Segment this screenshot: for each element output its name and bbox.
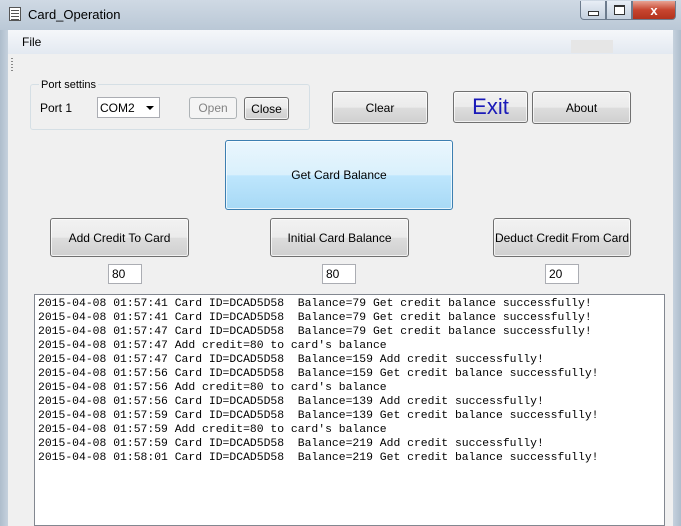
log-line: 2015-04-08 01:57:47 Card ID=DCAD5D58 Bal… <box>38 354 544 366</box>
about-button[interactable]: About <box>532 91 631 124</box>
close-window-button[interactable]: x <box>632 1 676 20</box>
initial-balance-button[interactable]: Initial Card Balance <box>270 218 409 257</box>
exit-button[interactable]: Exit <box>453 91 528 123</box>
log-line: 2015-04-08 01:57:47 Card ID=DCAD5D58 Bal… <box>38 326 592 338</box>
log-line: 2015-04-08 01:57:47 Add credit=80 to car… <box>38 340 387 352</box>
log-line: 2015-04-08 01:57:56 Add credit=80 to car… <box>38 382 387 394</box>
window-frame-left <box>0 30 8 526</box>
log-line: 2015-04-08 01:57:56 Card ID=DCAD5D58 Bal… <box>38 396 544 408</box>
log-line: 2015-04-08 01:57:59 Card ID=DCAD5D58 Bal… <box>38 410 599 422</box>
chevron-down-icon[interactable] <box>146 106 154 110</box>
menu-bar: File <box>8 30 673 54</box>
port-select[interactable]: COM2 <box>97 97 160 118</box>
port-select-value: COM2 <box>100 101 135 115</box>
app-icon <box>9 7 21 21</box>
initial-balance-input[interactable]: 80 <box>322 264 356 284</box>
minimize-icon <box>587 10 599 16</box>
maximize-icon <box>613 5 625 15</box>
app-window: Card_Operation x File Port settins Port … <box>0 0 681 526</box>
clear-button[interactable]: Clear <box>332 91 428 124</box>
get-card-balance-button[interactable]: Get Card Balance <box>225 140 453 210</box>
log-line: 2015-04-08 01:58:01 Card ID=DCAD5D58 Bal… <box>38 452 599 464</box>
deduct-credit-input[interactable]: 20 <box>545 264 579 284</box>
log-textarea[interactable]: 2015-04-08 01:57:41 Card ID=DCAD5D58 Bal… <box>34 294 665 526</box>
deduct-credit-button[interactable]: Deduct Credit From Card <box>493 218 631 257</box>
open-port-button[interactable]: Open <box>189 97 237 119</box>
menu-placeholder <box>571 40 613 53</box>
close-port-button[interactable]: Close <box>244 97 289 120</box>
window-frame-right <box>673 30 681 526</box>
menu-file[interactable]: File <box>22 35 41 49</box>
port-label: Port 1 <box>40 101 73 115</box>
add-credit-button[interactable]: Add Credit To Card <box>50 218 189 257</box>
window-title: Card_Operation <box>28 7 121 22</box>
log-line: 2015-04-08 01:57:41 Card ID=DCAD5D58 Bal… <box>38 298 592 310</box>
client-area: File Port settins Port 1 COM2 Open Close… <box>8 30 673 526</box>
close-icon: x <box>650 2 658 18</box>
log-line: 2015-04-08 01:57:41 Card ID=DCAD5D58 Bal… <box>38 312 592 324</box>
minimize-button[interactable] <box>580 1 606 20</box>
log-line: 2015-04-08 01:57:59 Add credit=80 to car… <box>38 424 387 436</box>
log-line: 2015-04-08 01:57:56 Card ID=DCAD5D58 Bal… <box>38 368 599 380</box>
toolstrip-grip[interactable] <box>11 58 13 72</box>
log-line: 2015-04-08 01:57:59 Card ID=DCAD5D58 Bal… <box>38 438 544 450</box>
port-settings-label: Port settins <box>39 79 99 91</box>
title-bar[interactable]: Card_Operation x <box>0 0 681 30</box>
add-credit-input[interactable]: 80 <box>108 264 142 284</box>
maximize-button[interactable] <box>606 1 632 20</box>
